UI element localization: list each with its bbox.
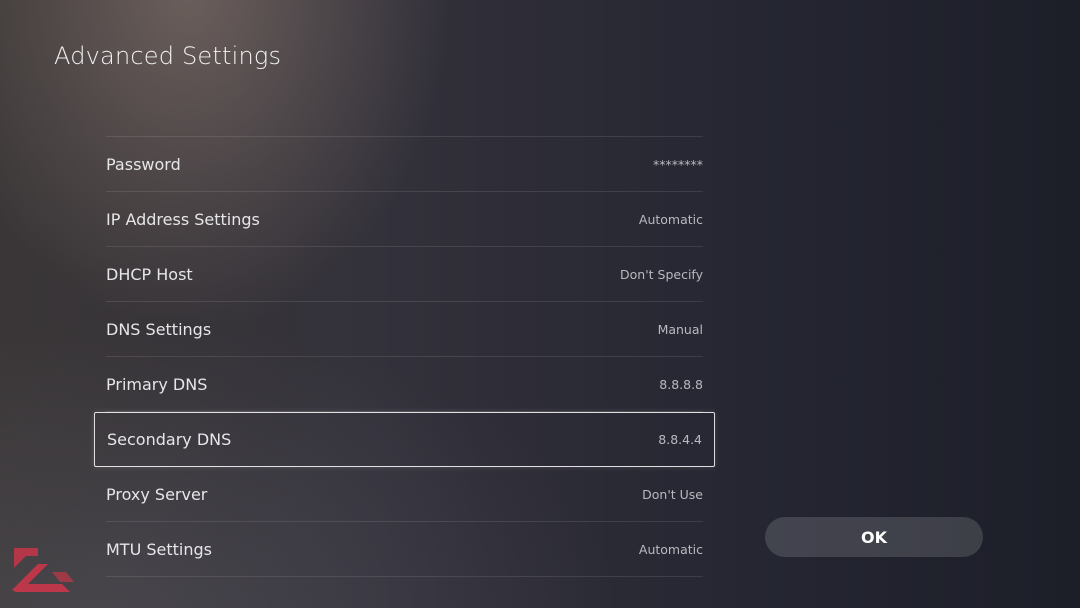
- setting-dns[interactable]: DNS Settings Manual: [106, 302, 703, 357]
- setting-password[interactable]: Password ********: [106, 137, 703, 192]
- setting-primary-dns[interactable]: Primary DNS 8.8.8.8: [106, 357, 703, 412]
- setting-ip-address[interactable]: IP Address Settings Automatic: [106, 192, 703, 247]
- setting-value: Automatic: [638, 211, 703, 227]
- setting-label: DHCP Host: [106, 264, 193, 284]
- setting-label: IP Address Settings: [106, 209, 260, 229]
- setting-label: DNS Settings: [106, 319, 212, 339]
- page-title: Advanced Settings: [54, 42, 282, 70]
- setting-dhcp-host[interactable]: DHCP Host Don't Specify: [106, 247, 703, 302]
- setting-value: Don't Use: [642, 486, 703, 502]
- setting-mtu[interactable]: MTU Settings Automatic: [106, 522, 703, 577]
- setting-label: MTU Settings: [106, 539, 212, 559]
- setting-secondary-dns[interactable]: Secondary DNS 8.8.4.4: [94, 412, 715, 467]
- settings-list: Password ******** IP Address Settings Au…: [94, 136, 715, 577]
- setting-proxy-server[interactable]: Proxy Server Don't Use: [106, 467, 703, 522]
- brand-logo-icon: [8, 542, 80, 598]
- setting-value: 8.8.8.8: [659, 376, 703, 392]
- setting-label: Secondary DNS: [107, 430, 232, 449]
- setting-value: 8.8.4.4: [658, 432, 702, 447]
- setting-value: Automatic: [638, 541, 703, 557]
- setting-label: Primary DNS: [106, 374, 208, 394]
- setting-label: Password: [106, 154, 181, 174]
- setting-value: Manual: [657, 321, 703, 337]
- setting-label: Proxy Server: [106, 484, 208, 504]
- ok-button[interactable]: OK: [765, 517, 983, 557]
- setting-value: ********: [653, 156, 703, 172]
- setting-value: Don't Specify: [620, 266, 703, 282]
